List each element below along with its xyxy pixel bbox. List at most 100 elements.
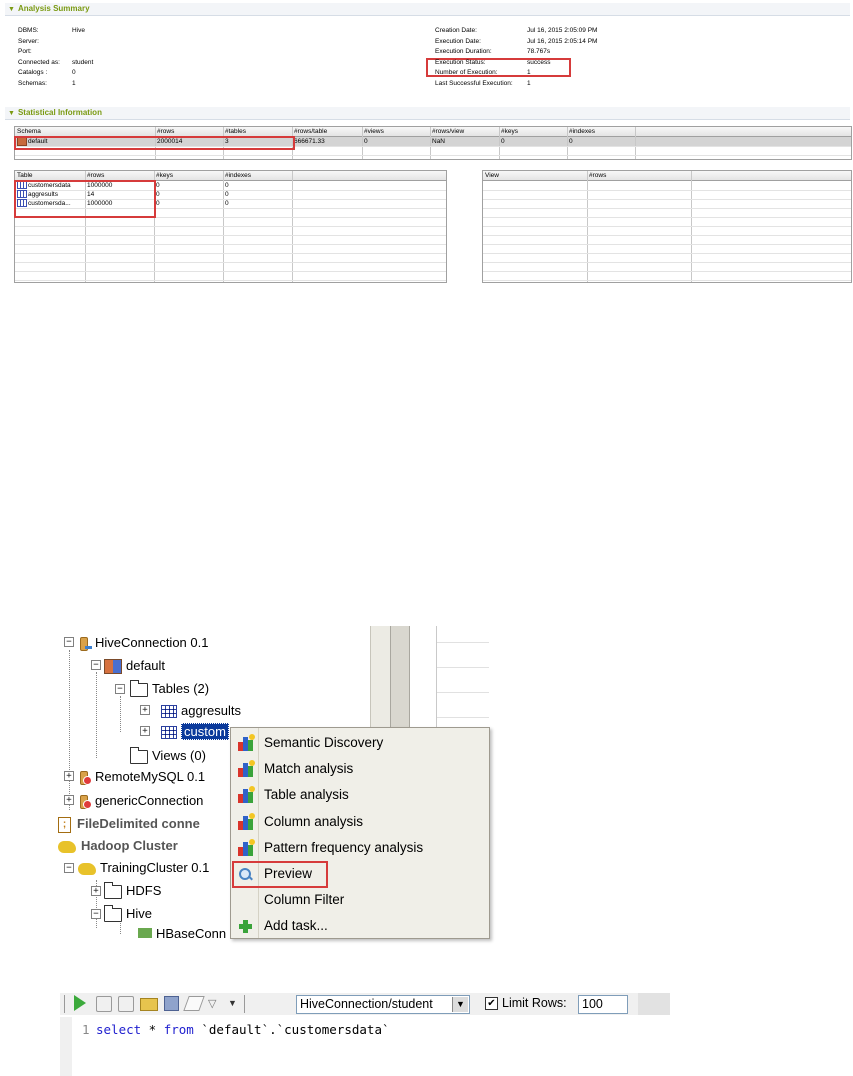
eraser-icon[interactable] (183, 996, 205, 1011)
table-cell: NaN (432, 138, 446, 145)
sql-text-area[interactable]: select * from `default`.`customersdata` (92, 1017, 670, 1076)
column-header[interactable]: #views (362, 127, 384, 136)
summary-label: Execution Duration: (435, 48, 492, 55)
collapse-toggle-icon[interactable]: − (64, 637, 74, 647)
run-icon[interactable] (74, 995, 86, 1011)
open-folder-icon[interactable] (140, 998, 158, 1011)
context-menu-item[interactable]: Column analysis (231, 809, 489, 834)
summary-value: 0 (72, 69, 76, 76)
table-cell: 0 (364, 138, 368, 145)
limit-rows-input[interactable]: 100 (578, 995, 628, 1014)
summary-value: student (72, 58, 94, 66)
tree-item-remotemysql[interactable]: RemoteMySQL 0.1 (78, 768, 205, 785)
column-header[interactable]: #rows (155, 127, 174, 136)
expand-toggle-icon[interactable]: + (91, 886, 101, 896)
tree-item-aggresults[interactable]: aggresults (161, 702, 241, 719)
summary-label: Server: (18, 37, 39, 45)
column-header[interactable]: #keys (499, 127, 518, 136)
column-header[interactable]: #rows/view (430, 127, 464, 136)
views-statistics-table[interactable]: View #rows (482, 170, 852, 283)
hive-connection-icon (78, 636, 92, 651)
column-header[interactable]: View (483, 171, 499, 180)
limit-rows-checkbox[interactable]: ✔ (485, 997, 498, 1010)
menu-dropdown-icon[interactable]: ▼ (228, 998, 237, 1008)
column-header[interactable]: Table (15, 171, 33, 180)
row-divider (483, 199, 851, 200)
expand-toggle-icon[interactable]: + (64, 771, 74, 781)
tree-item-trainingcluster[interactable]: TrainingCluster 0.1 (78, 859, 209, 876)
context-menu-item-label: Table analysis (264, 787, 349, 803)
summary-label: Schemas: (18, 79, 47, 87)
tree-item-hadoop-cluster[interactable]: Hadoop Cluster (58, 837, 178, 854)
summary-label: Execution Status: (435, 58, 486, 66)
context-menu-item[interactable]: Table analysis (231, 782, 489, 807)
history-dropdown-icon[interactable]: ▽ (208, 997, 216, 1010)
summary-value: Hive (72, 27, 86, 34)
tree-item-genericconnection[interactable]: genericConnection (78, 792, 203, 809)
file-delimited-icon: ; (58, 816, 71, 833)
row-divider (15, 262, 446, 263)
column-analysis-icon (238, 812, 255, 830)
folder-icon (104, 904, 122, 922)
row-divider (483, 190, 851, 191)
connection-select[interactable]: HiveConnection/student ▼ (296, 995, 470, 1014)
statistical-information-header[interactable]: ▼ Statistical Information (5, 107, 850, 120)
table-cell: 0 (225, 182, 229, 189)
run-selection-icon[interactable] (96, 996, 112, 1012)
row-divider (15, 244, 446, 245)
column-header[interactable]: #tables (223, 127, 246, 136)
table-icon (161, 705, 177, 719)
tree-item-hiveconnection[interactable]: HiveConnection 0.1 (78, 634, 208, 651)
column-header[interactable]: Schema (15, 127, 41, 136)
context-menu-item[interactable]: Pattern frequency analysis (231, 835, 489, 860)
summary-label: DBMS: (18, 27, 39, 34)
context-menu-item-label: Column Filter (264, 892, 345, 908)
expand-toggle-icon[interactable]: + (140, 726, 150, 736)
toolbar-separator (244, 995, 245, 1013)
row-divider (15, 280, 446, 281)
tree-item-hive[interactable]: Hive (104, 904, 152, 922)
context-menu-item-label: Add task... (264, 918, 328, 934)
tree-item-customersdata[interactable]: custom (161, 723, 229, 740)
context-menu-item[interactable]: Column Filter (231, 887, 489, 912)
collapse-toggle-icon[interactable]: − (91, 660, 101, 670)
analysis-summary-header[interactable]: ▼ Analysis Summary (5, 3, 850, 16)
tree-item-hdfs[interactable]: HDFS (104, 881, 161, 899)
context-menu-item[interactable]: Match analysis (231, 756, 489, 781)
collapse-toggle-icon[interactable]: − (115, 684, 125, 694)
chevron-down-icon[interactable]: ▼ (452, 997, 468, 1012)
expand-toggle-icon[interactable]: + (140, 705, 150, 715)
context-menu-item[interactable]: Add task... (231, 913, 489, 938)
context-menu: Semantic Discovery Match analysis Table an… (230, 727, 490, 939)
collapse-toggle-icon[interactable]: − (64, 863, 74, 873)
expand-toggle-icon[interactable]: + (64, 795, 74, 805)
column-header[interactable]: #indexes (567, 127, 595, 136)
sql-keyword: select (96, 1022, 142, 1037)
column-header[interactable]: #rows (85, 171, 104, 180)
column-header[interactable]: #rows (587, 171, 606, 180)
run-script-icon[interactable] (118, 996, 134, 1012)
table-cell: 0 (501, 138, 505, 145)
row-divider (15, 271, 446, 272)
sql-query-line: select * from `default`.`customersdata` (96, 1022, 390, 1037)
save-icon[interactable] (164, 996, 179, 1011)
column-header[interactable]: #keys (154, 171, 173, 180)
match-analysis-icon (238, 760, 255, 778)
tree-item-default-schema[interactable]: default (104, 657, 165, 675)
tree-item-tables-folder[interactable]: Tables (2) (130, 679, 209, 697)
row-divider (15, 235, 446, 236)
column-header[interactable]: #indexes (223, 171, 251, 180)
summary-value: 78.767s (527, 48, 551, 55)
tree-item-views-folder[interactable]: Views (0) (130, 746, 206, 764)
tree-item-filedelimited[interactable]: ; FileDelimited conne (58, 815, 200, 833)
collapse-triangle-icon: ▼ (8, 6, 15, 13)
summary-label: Execution Date: (435, 37, 481, 45)
table-cell: 666671.33 (294, 138, 325, 145)
table-cell: 0 (225, 191, 229, 198)
tree-item-hbaseconn[interactable]: HBaseConn (138, 925, 226, 938)
context-menu-item[interactable]: Semantic Discovery (231, 730, 489, 755)
collapse-toggle-icon[interactable]: − (91, 909, 101, 919)
summary-label: Port: (18, 48, 32, 55)
summary-label: Last Successful Execution: (435, 79, 513, 87)
column-header[interactable]: #rows/table (292, 127, 327, 136)
